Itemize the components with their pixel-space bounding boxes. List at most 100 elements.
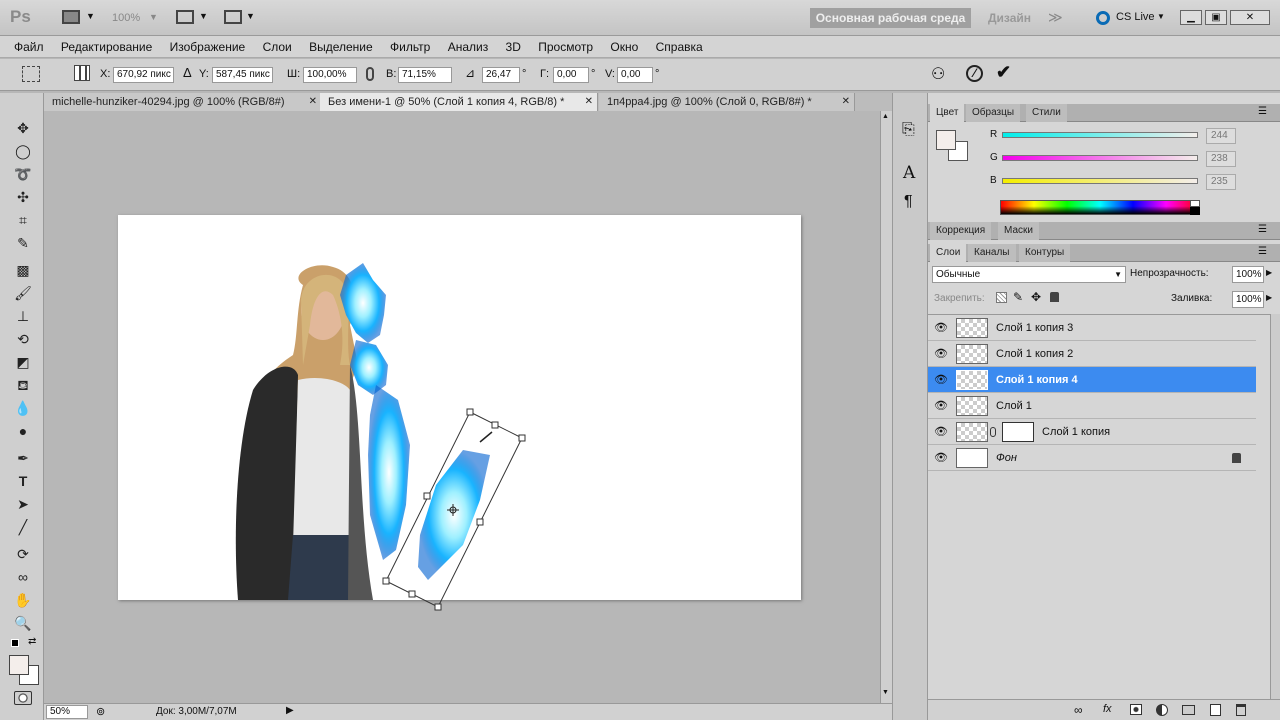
elliptical-marquee-icon[interactable]: ◯ [13, 141, 33, 161]
g-slider[interactable] [1002, 155, 1198, 161]
new-group-icon[interactable] [1182, 705, 1195, 715]
fg-color-swatch[interactable] [936, 130, 956, 150]
workspace-design-button[interactable]: Дизайн [988, 11, 1031, 25]
menu-image[interactable]: Изображение [163, 36, 253, 58]
cs-live-icon[interactable] [1096, 11, 1110, 25]
layer-row[interactable]: 👁 Слой 1 копия 2 [928, 341, 1256, 367]
vertical-scrollbar[interactable]: ▲ ▼ [880, 111, 892, 703]
dodge-tool-icon[interactable]: ● [13, 421, 33, 441]
layer-row-selected[interactable]: 👁 Слой 1 копия 4 [928, 367, 1256, 393]
healing-brush-icon[interactable]: ▩ [13, 260, 33, 280]
menu-layers[interactable]: Слои [256, 36, 299, 58]
r-value[interactable]: 244 [1206, 128, 1236, 144]
history-brush-icon[interactable]: ⟲ [13, 329, 33, 349]
menu-view[interactable]: Просмотр [531, 36, 600, 58]
character-panel-icon[interactable]: A [903, 163, 915, 183]
swap-colors-icon[interactable]: ⇄ [28, 636, 36, 647]
blur-tool-icon[interactable]: 💧 [13, 398, 33, 418]
tab-1p4rra4[interactable]: 1п4рра4.jpg @ 100% (Слой 0, RGB/8#) * ✕ [599, 93, 855, 111]
r-slider[interactable] [1002, 132, 1198, 138]
width-input[interactable]: 100,00% [303, 67, 357, 83]
commit-transform-icon[interactable]: ✔ [996, 62, 1011, 83]
layer-mask-thumbnail[interactable] [1002, 422, 1034, 442]
type-tool-icon[interactable]: T [13, 471, 33, 491]
close-icon[interactable]: ✕ [842, 93, 850, 111]
layer-row[interactable]: 👁 Слой 1 [928, 393, 1256, 419]
menu-3d[interactable]: 3D [499, 36, 528, 58]
b-slider[interactable] [1002, 178, 1198, 184]
fill-arrow-icon[interactable]: ▶ [1266, 293, 1272, 302]
scroll-up-icon[interactable]: ▲ [882, 113, 889, 120]
opacity-arrow-icon[interactable]: ▶ [1266, 268, 1272, 277]
tab-channels[interactable]: Каналы [968, 244, 1016, 262]
link-layers-icon[interactable]: ∞ [1074, 703, 1083, 717]
fill-input[interactable]: 100% [1232, 291, 1264, 308]
hand-tool-icon[interactable]: ✋ [13, 590, 33, 610]
eyedropper-icon[interactable]: ✎ [13, 233, 33, 253]
close-icon[interactable]: ✕ [585, 93, 593, 111]
angle-input[interactable]: 26,47 [482, 67, 520, 83]
color-spectrum-bar[interactable] [1000, 200, 1200, 215]
spectrum-white-swatch[interactable] [1190, 200, 1200, 207]
eye-icon[interactable]: 👁 [934, 399, 948, 413]
link-icon[interactable] [366, 67, 374, 81]
tab-untitled-1[interactable]: Без имени-1 @ 50% (Слой 1 копия 4, RGB/8… [320, 93, 598, 111]
move-tool-icon[interactable]: ✥ [13, 118, 33, 138]
scroll-down-icon[interactable]: ▼ [882, 689, 889, 696]
3d-rotate-icon[interactable]: ⟳ [13, 544, 33, 564]
eye-icon[interactable]: 👁 [934, 321, 948, 335]
add-mask-icon[interactable] [1130, 704, 1142, 715]
brush-tool-icon[interactable]: 🖌 [13, 283, 33, 303]
lock-pixels-icon[interactable]: ✎ [1013, 290, 1023, 304]
path-selection-icon[interactable]: ➤ [13, 494, 33, 514]
chevron-down-icon[interactable]: ▼ [199, 11, 208, 21]
new-layer-icon[interactable] [1210, 704, 1221, 716]
status-menu-arrow-icon[interactable]: ▶ [286, 705, 294, 716]
y-input[interactable]: 587,45 пикс [212, 67, 273, 83]
eye-icon[interactable]: 👁 [934, 425, 948, 439]
reference-point-icon[interactable] [74, 65, 90, 81]
workspace-more-button[interactable]: ≫ [1048, 9, 1063, 26]
relative-position-icon[interactable]: Δ [183, 65, 192, 80]
g-value[interactable]: 238 [1206, 151, 1236, 167]
tab-swatches[interactable]: Образцы [966, 104, 1021, 122]
default-colors-icon[interactable] [11, 639, 19, 647]
chevron-down-icon[interactable]: ▼ [246, 11, 255, 21]
cancel-transform-icon[interactable]: ⁄ [966, 65, 983, 82]
mask-link-icon[interactable] [990, 427, 996, 437]
tab-paths[interactable]: Контуры [1019, 244, 1071, 262]
layers-scrollbar[interactable] [1270, 314, 1280, 699]
chevron-down-icon[interactable]: ▼ [86, 11, 95, 21]
foreground-color-swatch[interactable] [9, 655, 29, 675]
lock-all-icon[interactable] [1050, 292, 1059, 302]
lock-transparency-icon[interactable] [996, 292, 1007, 303]
arrange-documents-icon[interactable] [176, 10, 194, 24]
trash-icon[interactable] [1236, 704, 1246, 716]
workspace-essentials-button[interactable]: Основная рабочая среда [810, 8, 971, 28]
paint-bucket-icon[interactable]: ⛾ [13, 375, 33, 395]
layer-row[interactable]: 👁 Слой 1 копия [928, 419, 1256, 445]
eye-icon[interactable]: 👁 [934, 451, 948, 465]
opacity-input[interactable]: 100% [1232, 266, 1264, 283]
menu-edit[interactable]: Редактирование [54, 36, 159, 58]
tab-masks[interactable]: Маски [998, 222, 1039, 240]
eraser-tool-icon[interactable]: ◩ [13, 352, 33, 372]
tab-color[interactable]: Цвет [930, 104, 965, 122]
panel-menu-icon[interactable]: ☰ [1258, 106, 1267, 117]
pen-tool-icon[interactable]: ✒ [13, 448, 33, 468]
hskew-input[interactable]: 0,00 [553, 67, 589, 83]
minimize-button[interactable]: ▁ [1180, 10, 1202, 25]
status-zoom-input[interactable]: 50% [46, 705, 88, 719]
layer-style-icon[interactable]: fx [1103, 703, 1112, 715]
vskew-input[interactable]: 0,00 [617, 67, 653, 83]
x-input[interactable]: 670,92 пикс [113, 67, 174, 83]
line-tool-icon[interactable]: ╱ [13, 517, 33, 537]
clone-stamp-icon[interactable]: ⊥ [13, 306, 33, 326]
b-value[interactable]: 235 [1206, 174, 1236, 190]
tab-adjustments[interactable]: Коррекция [930, 222, 992, 240]
zoom-level[interactable]: 100% [112, 12, 140, 24]
eye-icon[interactable]: 👁 [934, 347, 948, 361]
3d-orbit-icon[interactable]: ∞ [13, 567, 33, 587]
height-input[interactable]: 71,15% [398, 67, 452, 83]
chevron-down-icon[interactable]: ▼ [149, 12, 158, 22]
